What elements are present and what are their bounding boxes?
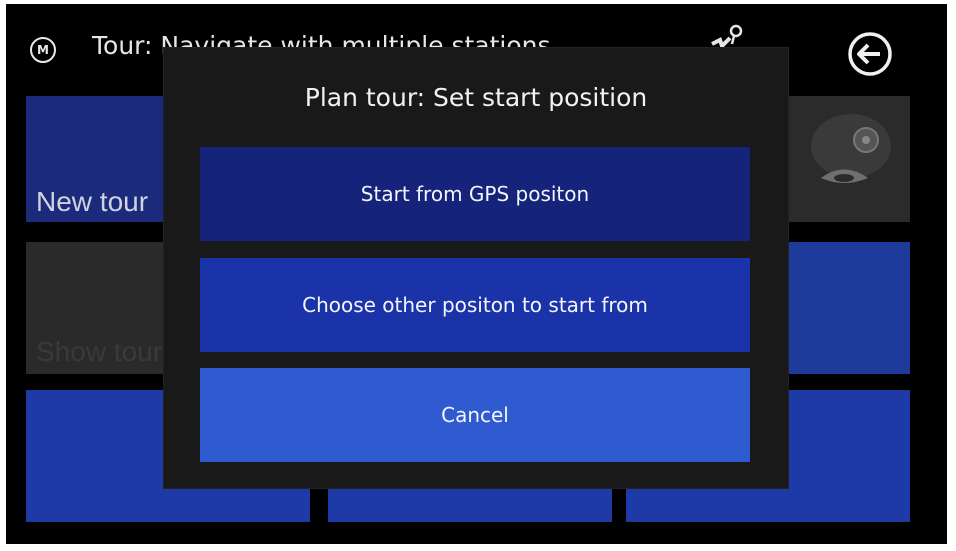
dialog-title: Plan tour: Set start position (304, 83, 648, 112)
menu-badge-icon[interactable]: M (30, 37, 56, 63)
new-tour-label: New tour (36, 186, 149, 217)
show-tours-label: Show tours (36, 336, 177, 367)
start-position-dialog: Plan tour: Set start position Start from… (164, 48, 788, 488)
start-from-gps-button[interactable]: Start from GPS positon (200, 147, 750, 241)
app-screen: M Tour: Navigate with multiple stations … (6, 4, 947, 544)
choose-other-position-button[interactable]: Choose other positon to start from (200, 258, 750, 352)
car-icon (811, 114, 891, 183)
cancel-button[interactable]: Cancel (200, 368, 750, 462)
back-arrow-icon[interactable] (846, 30, 894, 78)
